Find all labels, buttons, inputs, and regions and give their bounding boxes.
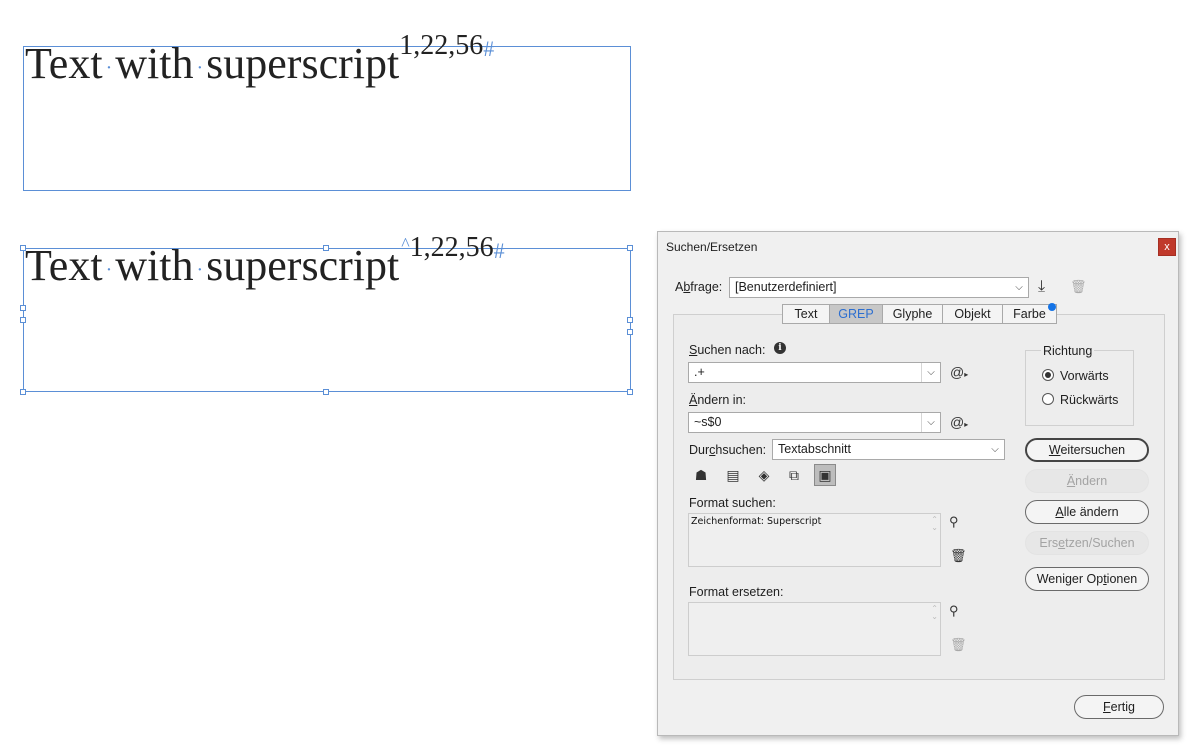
find-what-label: Suchen nach: — [689, 343, 766, 357]
query-dropdown[interactable]: [Benutzerdefiniert] ⌵ — [729, 277, 1029, 298]
info-icon[interactable]: i — [774, 342, 786, 354]
search-scope-label: Durchsuchen: — [689, 443, 767, 457]
done-button[interactable]: Fertig — [1074, 695, 1164, 719]
backward-radio[interactable] — [1042, 393, 1054, 405]
change-find-button[interactable]: Ersetzen/Suchen — [1025, 531, 1149, 555]
selection-handle-mr[interactable] — [627, 317, 633, 323]
fewer-options-button[interactable]: Weniger Optionen — [1025, 567, 1149, 591]
forward-label[interactable]: Vorwärts — [1060, 369, 1109, 383]
selection-handle-tm[interactable] — [323, 245, 329, 251]
text-frame-2-selected[interactable]: Text ·with ·superscript ^1,22,56# — [23, 232, 631, 392]
selection-handle-br[interactable] — [627, 389, 633, 395]
tab-bar: Text GREP Glyphe Objekt Farbe — [782, 304, 1057, 324]
hidden-layers-icon[interactable]: ◈ — [753, 465, 775, 487]
selection-handle-bm[interactable] — [323, 389, 329, 395]
special-characters-change-icon[interactable]: @▸ — [950, 414, 968, 430]
delete-query-icon[interactable]: 🗑 — [1070, 279, 1087, 295]
close-button[interactable]: x — [1158, 238, 1176, 256]
find-next-button[interactable]: Weitersuchen — [1025, 438, 1149, 462]
dialog-titlebar[interactable]: Suchen/Ersetzen x — [658, 232, 1178, 262]
selection-handle-tl[interactable] — [20, 245, 26, 251]
special-characters-find-icon[interactable]: @▸ — [950, 364, 968, 380]
locked-layers-icon[interactable]: ☗ — [690, 465, 712, 487]
footnotes-icon[interactable]: ▣ — [814, 464, 836, 486]
change-all-button[interactable]: Alle ändern — [1025, 500, 1149, 524]
find-format-label: Format suchen: — [689, 496, 776, 510]
chevron-down-icon: ⌵ — [991, 444, 999, 455]
direction-group — [1025, 350, 1134, 426]
locked-stories-icon[interactable]: ▤ — [722, 465, 744, 487]
master-pages-icon[interactable]: ⧉ — [783, 465, 805, 487]
resize-grip-icon: ⌃ ⌄ — [931, 515, 938, 532]
tab-glyph[interactable]: Glyphe — [883, 304, 943, 324]
tab-grep[interactable]: GREP — [830, 304, 883, 324]
frame-2-text: Text ·with ·superscript ^1,22,56# — [25, 232, 505, 290]
chevron-down-icon: ⌵ — [1015, 282, 1023, 293]
save-query-icon[interactable]: ⤓ — [1038, 278, 1045, 296]
find-change-dialog: Suchen/Ersetzen x Abfrage: [Benutzerdefi… — [657, 231, 1179, 736]
chevron-down-icon[interactable]: ⌵ — [921, 363, 940, 382]
superscript-text: 1,22,56 — [409, 232, 494, 263]
change-format-label: Format ersetzen: — [689, 585, 784, 599]
change-button[interactable]: Ändern — [1025, 469, 1149, 493]
inserted-space-marker: ^ — [401, 234, 410, 254]
query-label: Abfrage: — [675, 280, 723, 294]
superscript-text: 1,22,56 — [399, 30, 484, 61]
selection-handle-ml[interactable] — [20, 305, 26, 311]
tab-object[interactable]: Objekt — [943, 304, 1003, 324]
specify-find-format-icon[interactable]: ⚲ — [949, 514, 959, 530]
end-of-story-marker: # — [483, 36, 495, 61]
selection-handle-bl[interactable] — [20, 389, 26, 395]
end-of-story-marker: # — [493, 238, 505, 263]
forward-radio[interactable] — [1042, 369, 1054, 381]
direction-title: Richtung — [1041, 344, 1095, 358]
dialog-title: Suchen/Ersetzen — [666, 240, 758, 254]
change-to-label: Ändern in: — [689, 393, 746, 407]
text-frame-in-port[interactable] — [20, 317, 26, 323]
resize-grip-icon: ⌃ ⌄ — [931, 604, 938, 621]
text-frame-1[interactable]: Text ·with ·superscript1,22,56# — [23, 30, 631, 191]
clear-find-format-icon[interactable]: 🗑 — [950, 548, 967, 564]
change-to-field[interactable]: ~s$0 ⌵ — [688, 412, 941, 433]
text-frame-out-port[interactable] — [627, 329, 633, 335]
frame-1-text: Text ·with ·superscript1,22,56# — [25, 30, 495, 88]
clear-change-format-icon[interactable]: 🗑 — [950, 637, 967, 653]
change-format-box[interactable]: ⌃ ⌄ — [688, 602, 941, 656]
tab-text[interactable]: Text — [782, 304, 830, 324]
find-what-field[interactable]: .+ ⌵ — [688, 362, 941, 383]
selection-handle-tr[interactable] — [627, 245, 633, 251]
find-format-box[interactable]: Zeichenformat: Superscript ⌃ ⌄ — [688, 513, 941, 567]
backward-label[interactable]: Rückwärts — [1060, 393, 1118, 407]
specify-change-format-icon[interactable]: ⚲ — [949, 603, 959, 619]
chevron-down-icon[interactable]: ⌵ — [921, 413, 940, 432]
search-scope-dropdown[interactable]: Textabschnitt ⌵ — [772, 439, 1005, 460]
notification-dot — [1048, 303, 1056, 311]
